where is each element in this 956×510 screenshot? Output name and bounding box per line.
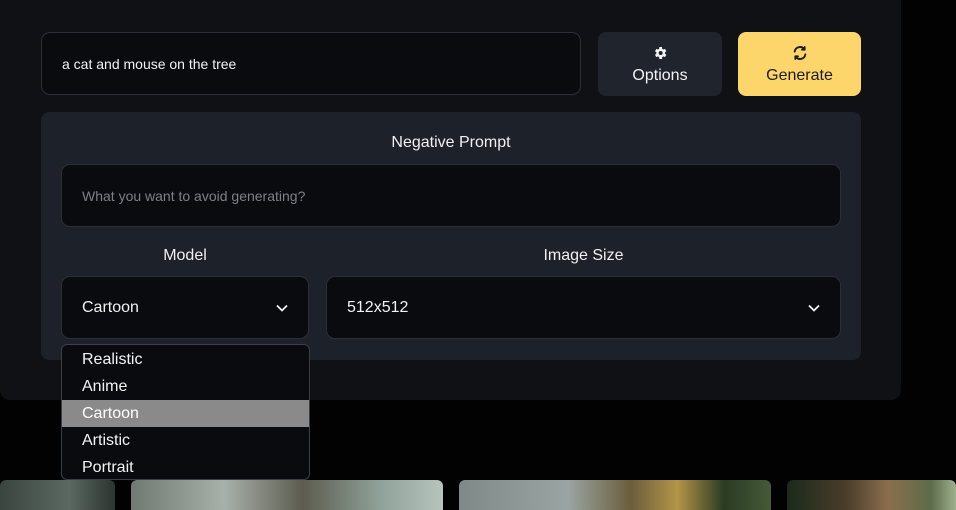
gallery-image[interactable] xyxy=(0,480,115,510)
gallery-image[interactable] xyxy=(459,480,771,510)
image-size-select-value: 512x512 xyxy=(347,298,409,316)
image-size-label: Image Size xyxy=(543,247,624,264)
image-size-select[interactable]: 512x512 xyxy=(326,276,841,339)
model-option-realistic[interactable]: Realistic xyxy=(62,346,309,373)
model-option-anime[interactable]: Anime xyxy=(62,373,309,400)
model-option-portrait[interactable]: Portrait xyxy=(62,454,309,479)
generate-button-label: Generate xyxy=(766,66,833,84)
chevron-down-icon xyxy=(808,299,820,317)
model-option-artistic[interactable]: Artistic xyxy=(62,427,309,454)
generate-button[interactable]: Generate xyxy=(738,32,861,96)
negative-prompt-label: Negative Prompt xyxy=(391,134,511,151)
prompt-input-value: a cat and mouse on the tree xyxy=(62,55,237,72)
gallery-image[interactable] xyxy=(131,480,443,510)
refresh-icon xyxy=(792,44,808,62)
negative-prompt-placeholder: What you want to avoid generating? xyxy=(82,187,306,204)
model-label: Model xyxy=(163,247,207,264)
chevron-down-icon xyxy=(276,299,288,317)
model-select-value: Cartoon xyxy=(82,298,139,316)
negative-prompt-input[interactable]: What you want to avoid generating? xyxy=(61,164,841,227)
gallery-image[interactable] xyxy=(787,480,956,510)
prompt-input[interactable]: a cat and mouse on the tree xyxy=(41,32,581,95)
model-option-cartoon[interactable]: Cartoon xyxy=(62,400,309,427)
options-button-label: Options xyxy=(632,66,688,84)
options-button[interactable]: Options xyxy=(598,32,722,96)
options-panel: Negative Prompt What you want to avoid g… xyxy=(41,112,861,360)
gear-icon xyxy=(652,44,668,62)
model-dropdown-menu: Realistic Anime Cartoon Artistic Portrai… xyxy=(61,344,310,480)
model-select[interactable]: Cartoon xyxy=(61,276,309,339)
